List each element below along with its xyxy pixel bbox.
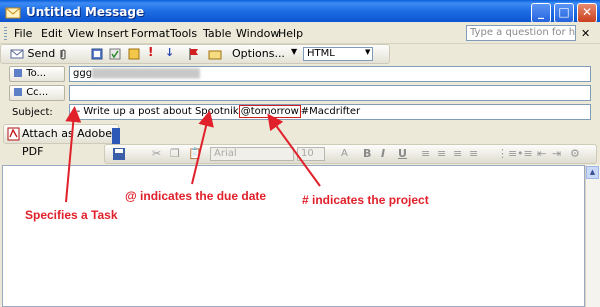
cc-button[interactable]: Cc...	[9, 85, 65, 101]
menu-view[interactable]: View	[68, 27, 94, 40]
scroll-up-button[interactable]: ▲	[586, 166, 599, 179]
paste-icon[interactable]: 📋	[188, 147, 202, 160]
italic-button[interactable]: I	[381, 147, 385, 160]
menu-help[interactable]: Help	[278, 27, 303, 40]
pdf-icon	[7, 127, 20, 141]
high-importance-icon[interactable]: !	[148, 45, 153, 59]
send-button[interactable]: Send	[10, 47, 55, 61]
subject-label: Subject:	[12, 107, 53, 118]
low-importance-icon[interactable]: ↓	[165, 46, 174, 59]
cut-icon[interactable]: ✂	[152, 147, 161, 160]
font-size-select[interactable]: 10	[297, 147, 325, 161]
to-field[interactable]: ggg▇▇▇▇▇▇▇▇▇▇▇▇▇▇	[69, 66, 591, 82]
save-icon[interactable]	[112, 147, 126, 161]
justify-icon[interactable]: ≡	[469, 147, 478, 160]
due-date-annotation: @ indicates the due date	[125, 189, 267, 203]
check-names-icon[interactable]	[108, 47, 122, 61]
follow-up-flag-icon[interactable]	[187, 47, 201, 61]
menu-file[interactable]: File	[14, 27, 32, 40]
underline-button[interactable]: U	[398, 147, 407, 160]
address-book-icon	[14, 69, 22, 77]
help-close-icon[interactable]: ✕	[581, 27, 590, 40]
message-format-select[interactable]: HTML	[303, 47, 373, 61]
font-color-icon[interactable]: A	[341, 148, 348, 159]
project-annotation: # indicates the project	[302, 193, 429, 207]
send-icon	[10, 49, 24, 59]
align-right-icon[interactable]: ≡	[453, 147, 462, 160]
menu-edit[interactable]: Edit	[41, 27, 62, 40]
attach-label: Attach as Adobe PDF	[22, 127, 112, 158]
cc-label: Cc...	[26, 87, 49, 98]
menu-tools[interactable]: Tools	[170, 27, 197, 40]
numbering-icon[interactable]: ⋮≡	[497, 147, 517, 160]
subject-field[interactable]: -- Write up a post about Spootnik @tomorr…	[69, 104, 591, 120]
vertical-scrollbar[interactable]	[585, 165, 600, 307]
send-label: Send	[27, 47, 56, 60]
cc-field[interactable]	[69, 85, 591, 101]
options-dropdown-icon[interactable]: ▼	[291, 47, 297, 56]
flag-sign-icon[interactable]	[127, 47, 141, 61]
decrease-indent-icon[interactable]: ⇤	[537, 147, 546, 160]
to-button[interactable]: To...	[9, 66, 65, 82]
menu-format[interactable]: Format	[131, 27, 170, 40]
close-button[interactable]: ✕	[577, 3, 597, 23]
address-book-icon	[14, 88, 22, 96]
maximize-button[interactable]: □	[554, 3, 574, 23]
project-token: #Macdrifter	[300, 106, 361, 117]
bullets-icon[interactable]: •≡	[517, 147, 533, 160]
toolbar-options-chevron[interactable]	[112, 128, 120, 144]
address-book-icon[interactable]	[90, 47, 104, 61]
chevron-down-icon[interactable]: ▼	[365, 48, 370, 56]
attach-icon[interactable]	[56, 47, 70, 61]
menu-window[interactable]: Window	[236, 27, 279, 40]
to-label: To...	[26, 68, 47, 79]
align-center-icon[interactable]: ≡	[437, 147, 446, 160]
toolbar-grip[interactable]	[4, 27, 7, 40]
message-body[interactable]	[2, 165, 585, 307]
envelope-options-icon[interactable]	[208, 47, 222, 61]
task-annotation: Specifies a Task	[25, 208, 118, 222]
subject-text: -- Write up a post about Spootnik	[73, 106, 239, 117]
menu-insert[interactable]: Insert	[97, 27, 129, 40]
options-button[interactable]: Options...	[232, 47, 285, 61]
styles-icon[interactable]: ⚙	[570, 147, 580, 160]
attach-as-pdf-button[interactable]: Attach as Adobe PDF	[3, 124, 119, 158]
window-title: Untitled Message	[26, 5, 145, 19]
help-search-input[interactable]: Type a question for help	[466, 25, 576, 41]
redacted-address: ▇▇▇▇▇▇▇▇▇▇▇▇▇▇	[92, 68, 200, 79]
menu-table[interactable]: Table	[203, 27, 231, 40]
align-left-icon[interactable]: ≡	[421, 147, 430, 160]
copy-icon[interactable]: ❐	[170, 147, 180, 160]
minimize-button[interactable]: _	[531, 3, 551, 23]
mail-icon	[5, 7, 21, 19]
font-name-select[interactable]: Arial	[210, 147, 294, 161]
due-date-token: @tomorrow	[238, 105, 301, 118]
to-value: ggg	[73, 68, 93, 79]
increase-indent-icon[interactable]: ⇥	[552, 147, 561, 160]
bold-button[interactable]: B	[363, 147, 371, 160]
